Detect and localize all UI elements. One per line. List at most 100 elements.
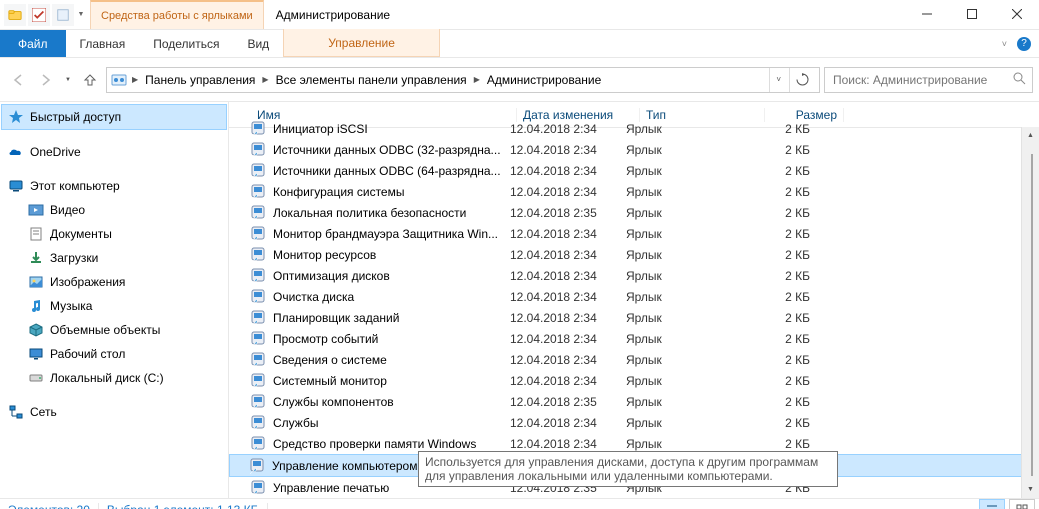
file-size: 2 КБ bbox=[744, 227, 816, 241]
file-date: 12.04.2018 2:34 bbox=[510, 164, 626, 178]
file-date: 12.04.2018 2:34 bbox=[510, 185, 626, 199]
sidebar-quick-access[interactable]: Быстрый доступ bbox=[1, 104, 227, 130]
status-bar: Элементов: 20 Выбран 1 элемент: 1,13 КБ bbox=[0, 498, 1039, 509]
file-row[interactable]: Планировщик заданий12.04.2018 2:34Ярлык2… bbox=[229, 307, 1039, 328]
file-row[interactable]: Службы12.04.2018 2:34Ярлык2 КБ bbox=[229, 412, 1039, 433]
sidebar-pc-child[interactable]: Изображения bbox=[0, 270, 228, 294]
search-input[interactable] bbox=[831, 72, 1012, 88]
sidebar-item-label: Изображения bbox=[50, 275, 125, 289]
address-row: ▼ ▶ Панель управления ▶ Все элементы пан… bbox=[0, 58, 1039, 102]
search-box[interactable] bbox=[824, 67, 1033, 93]
sidebar-pc-child[interactable]: Загрузки bbox=[0, 246, 228, 270]
sidebar-item-label: Локальный диск (C:) bbox=[50, 371, 164, 385]
sidebar-item-label: Видео bbox=[50, 203, 85, 217]
view-details-button[interactable] bbox=[979, 499, 1005, 509]
file-row[interactable]: Конфигурация системы12.04.2018 2:34Ярлык… bbox=[229, 181, 1039, 202]
sidebar-pc-child[interactable]: Музыка bbox=[0, 294, 228, 318]
tab-view[interactable]: Вид bbox=[233, 30, 283, 57]
qat-new-folder-icon[interactable] bbox=[52, 4, 74, 26]
refresh-button[interactable] bbox=[789, 68, 815, 92]
breadcrumb-seg-2[interactable]: Администрирование bbox=[485, 73, 603, 87]
file-date: 12.04.2018 2:34 bbox=[510, 332, 626, 346]
shortcut-icon bbox=[251, 331, 267, 347]
file-size: 2 КБ bbox=[744, 269, 816, 283]
file-row[interactable]: Локальная политика безопасности12.04.201… bbox=[229, 202, 1039, 223]
file-name: Очистка диска bbox=[273, 290, 354, 304]
nav-back-button[interactable] bbox=[6, 68, 30, 92]
search-icon[interactable] bbox=[1012, 71, 1026, 88]
file-name: Монитор ресурсов bbox=[273, 248, 376, 262]
file-row[interactable]: Источники данных ODBC (32-разрядна...12.… bbox=[229, 139, 1039, 160]
file-date: 12.04.2018 2:34 bbox=[510, 248, 626, 262]
breadcrumb-seg-1[interactable]: Все элементы панели управления bbox=[274, 73, 469, 87]
file-name: Инициатор iSCSI bbox=[273, 122, 368, 136]
nav-history-button[interactable]: ▼ bbox=[62, 68, 74, 92]
scroll-up-button[interactable]: ▲ bbox=[1022, 127, 1039, 144]
file-row[interactable]: Монитор брандмауэра Защитника Win...12.0… bbox=[229, 223, 1039, 244]
control-panel-icon bbox=[111, 72, 127, 88]
breadcrumb-arrow[interactable]: ▶ bbox=[471, 75, 483, 84]
network-icon bbox=[8, 404, 24, 420]
nav-up-button[interactable] bbox=[78, 68, 102, 92]
file-row[interactable]: Оптимизация дисков12.04.2018 2:34Ярлык2 … bbox=[229, 265, 1039, 286]
tab-share[interactable]: Поделиться bbox=[139, 30, 233, 57]
address-dropdown-icon[interactable]: ˅ bbox=[769, 68, 787, 92]
sidebar-item-label: Быстрый доступ bbox=[30, 110, 121, 124]
file-tab[interactable]: Файл bbox=[0, 30, 66, 57]
file-size: 2 КБ bbox=[744, 185, 816, 199]
sidebar-pc-child[interactable]: Объемные объекты bbox=[0, 318, 228, 342]
file-date: 12.04.2018 2:35 bbox=[510, 395, 626, 409]
breadcrumb-arrow[interactable]: ▶ bbox=[259, 75, 271, 84]
file-row[interactable]: Инициатор iSCSI12.04.2018 2:34Ярлык2 КБ bbox=[229, 118, 1039, 139]
sidebar-item-label: Загрузки bbox=[50, 251, 98, 265]
scroll-down-button[interactable]: ▼ bbox=[1022, 481, 1039, 498]
shortcut-icon bbox=[251, 163, 267, 179]
file-row[interactable]: Службы компонентов12.04.2018 2:35Ярлык2 … bbox=[229, 391, 1039, 412]
file-type: Ярлык bbox=[626, 332, 744, 346]
sidebar-pc-child[interactable]: Локальный диск (C:) bbox=[0, 366, 228, 390]
qat-properties-icon[interactable] bbox=[28, 4, 50, 26]
qat-dropdown-icon[interactable]: ▼ bbox=[76, 4, 86, 26]
file-name: Монитор брандмауэра Защитника Win... bbox=[273, 227, 498, 241]
shortcut-icon bbox=[251, 289, 267, 305]
breadcrumb-arrow[interactable]: ▶ bbox=[129, 75, 141, 84]
file-row[interactable]: Очистка диска12.04.2018 2:34Ярлык2 КБ bbox=[229, 286, 1039, 307]
qat-folder-icon[interactable] bbox=[4, 4, 26, 26]
sidebar-pc-child[interactable]: Видео bbox=[0, 198, 228, 222]
file-size: 2 КБ bbox=[744, 143, 816, 157]
file-date: 12.04.2018 2:34 bbox=[510, 374, 626, 388]
breadcrumb-seg-0[interactable]: Панель управления bbox=[143, 73, 257, 87]
view-large-icons-button[interactable] bbox=[1009, 499, 1035, 509]
file-row[interactable]: Монитор ресурсов12.04.2018 2:34Ярлык2 КБ bbox=[229, 244, 1039, 265]
sidebar-network[interactable]: Сеть bbox=[0, 400, 228, 424]
file-name: Службы компонентов bbox=[273, 395, 394, 409]
vertical-scrollbar[interactable]: ▲ ▼ bbox=[1021, 127, 1039, 498]
shortcut-icon bbox=[251, 394, 267, 410]
sidebar-pc-child[interactable]: Документы bbox=[0, 222, 228, 246]
file-name: Локальная политика безопасности bbox=[273, 206, 466, 220]
tab-manage[interactable]: Управление bbox=[283, 29, 440, 57]
address-bar[interactable]: ▶ Панель управления ▶ Все элементы панел… bbox=[106, 67, 820, 93]
file-list[interactable]: Инициатор iSCSI12.04.2018 2:34Ярлык2 КБИ… bbox=[229, 118, 1039, 498]
file-name: Управление печатью bbox=[273, 481, 389, 495]
close-button[interactable] bbox=[994, 0, 1039, 28]
file-row[interactable]: Сведения о системе12.04.2018 2:34Ярлык2 … bbox=[229, 349, 1039, 370]
minimize-button[interactable] bbox=[904, 0, 949, 28]
sidebar-pc-child[interactable]: Рабочий стол bbox=[0, 342, 228, 366]
file-row[interactable]: Системный монитор12.04.2018 2:34Ярлык2 К… bbox=[229, 370, 1039, 391]
tab-main[interactable]: Главная bbox=[66, 30, 140, 57]
sidebar-onedrive[interactable]: OneDrive bbox=[0, 140, 228, 164]
scroll-thumb[interactable] bbox=[1031, 154, 1033, 476]
sidebar-item-label: Рабочий стол bbox=[50, 347, 125, 361]
file-date: 12.04.2018 2:34 bbox=[510, 269, 626, 283]
nav-forward-button[interactable] bbox=[34, 68, 58, 92]
maximize-button[interactable] bbox=[949, 0, 994, 28]
expand-ribbon-icon[interactable]: ˅ bbox=[1002, 39, 1007, 49]
file-type: Ярлык bbox=[626, 416, 744, 430]
file-row[interactable]: Просмотр событий12.04.2018 2:34Ярлык2 КБ bbox=[229, 328, 1039, 349]
file-type: Ярлык bbox=[626, 206, 744, 220]
help-icon[interactable]: ? bbox=[1017, 37, 1031, 51]
sidebar-this-pc[interactable]: Этот компьютер bbox=[0, 174, 228, 198]
file-type: Ярлык bbox=[626, 185, 744, 199]
file-row[interactable]: Источники данных ODBC (64-разрядна...12.… bbox=[229, 160, 1039, 181]
